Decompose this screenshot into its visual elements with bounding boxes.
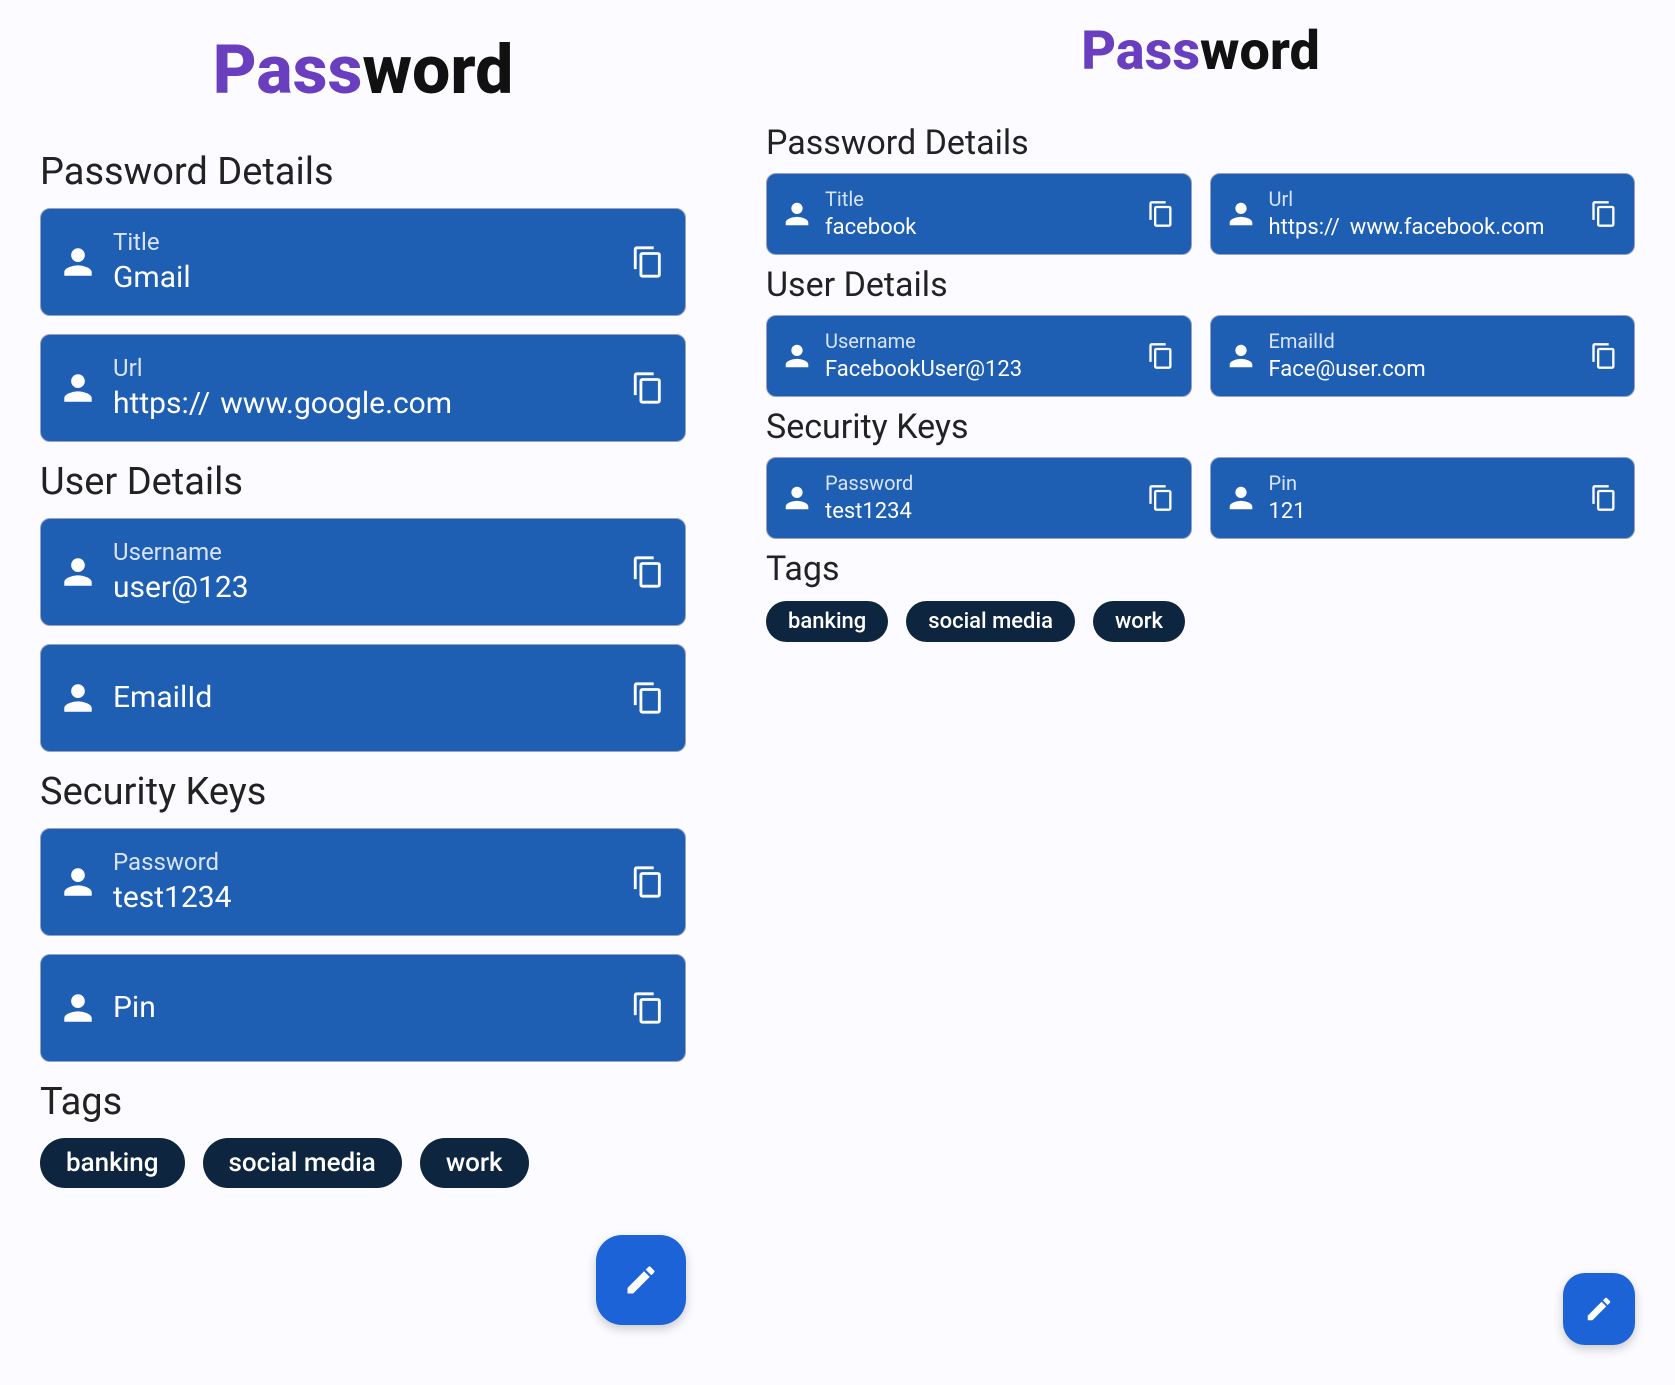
person-icon (61, 555, 95, 589)
screen-facebook: Password Password Details Title facebook… (726, 0, 1675, 1385)
field-value: Gmail (113, 260, 191, 296)
field-value: test1234 (825, 499, 912, 525)
tags-row: banking social media work (40, 1138, 686, 1188)
app-title-word: word (362, 30, 513, 110)
field-value: www.facebook.com (1350, 215, 1545, 241)
url-prefix: https:// (113, 386, 210, 422)
card-url: Url https:// www.facebook.com (1210, 173, 1636, 255)
card-title: Title Gmail (40, 208, 686, 316)
person-icon (783, 342, 811, 370)
field-value: FacebookUser@123 (825, 357, 1022, 383)
app-title-pass: Pass (213, 30, 363, 110)
section-security-keys: Security Keys (766, 407, 1635, 447)
tag-chip[interactable]: banking (40, 1138, 185, 1188)
copy-icon[interactable] (631, 991, 665, 1025)
section-password-details: Password Details (40, 150, 686, 194)
edit-fab[interactable] (596, 1235, 686, 1325)
section-security-keys: Security Keys (40, 770, 686, 814)
person-icon (1227, 484, 1255, 512)
field-value: Face@user.com (1269, 357, 1426, 383)
tag-chip[interactable]: work (420, 1138, 529, 1188)
copy-icon[interactable] (1147, 484, 1175, 512)
card-password: Password test1234 (766, 457, 1192, 539)
section-password-details: Password Details (766, 123, 1635, 163)
copy-icon[interactable] (631, 681, 665, 715)
pencil-icon (623, 1262, 659, 1298)
card-emailid: EmailId (40, 644, 686, 752)
tag-chip[interactable]: work (1093, 601, 1185, 642)
pencil-icon (1584, 1294, 1614, 1324)
field-value: www.google.com (220, 386, 452, 422)
person-icon (783, 200, 811, 228)
edit-fab[interactable] (1563, 1273, 1635, 1345)
section-user-details: User Details (40, 460, 686, 504)
field-label: Password (825, 471, 1133, 495)
card-title: Title facebook (766, 173, 1192, 255)
copy-icon[interactable] (631, 555, 665, 589)
app-title-word: word (1200, 20, 1320, 83)
person-icon (61, 371, 95, 405)
field-label: Username (113, 538, 613, 566)
field-label: Title (825, 187, 1133, 211)
field-value: test1234 (113, 880, 231, 916)
person-icon (1227, 200, 1255, 228)
field-label: Url (113, 354, 613, 382)
screen-gmail: Password Password Details Title Gmail Ur… (0, 0, 726, 1385)
copy-icon[interactable] (631, 371, 665, 405)
person-icon (61, 245, 95, 279)
person-icon (783, 484, 811, 512)
card-url: Url https:// www.google.com (40, 334, 686, 442)
tag-chip[interactable]: banking (766, 601, 888, 642)
section-tags: Tags (40, 1080, 686, 1124)
app-title: Password (766, 20, 1635, 83)
field-label: EmailId (1269, 329, 1577, 353)
tags-row: banking social media work (766, 601, 1635, 642)
section-user-details: User Details (766, 265, 1635, 305)
person-icon (61, 681, 95, 715)
card-username: Username user@123 (40, 518, 686, 626)
app-title-pass: Pass (1081, 20, 1200, 83)
person-icon (1227, 342, 1255, 370)
copy-icon[interactable] (631, 245, 665, 279)
person-icon (61, 991, 95, 1025)
field-label: Password (113, 848, 613, 876)
url-prefix: https:// (1269, 215, 1340, 241)
app-title: Password (40, 30, 686, 110)
field-label: Pin (113, 990, 156, 1026)
field-value: facebook (825, 215, 916, 241)
copy-icon[interactable] (1590, 342, 1618, 370)
field-label: EmailId (113, 680, 212, 716)
copy-icon[interactable] (1590, 484, 1618, 512)
card-emailid: EmailId Face@user.com (1210, 315, 1636, 397)
field-value: user@123 (113, 570, 249, 606)
field-label: Url (1269, 187, 1577, 211)
copy-icon[interactable] (631, 865, 665, 899)
copy-icon[interactable] (1147, 200, 1175, 228)
card-pin: Pin 121 (1210, 457, 1636, 539)
card-pin: Pin (40, 954, 686, 1062)
copy-icon[interactable] (1147, 342, 1175, 370)
card-username: Username FacebookUser@123 (766, 315, 1192, 397)
person-icon (61, 865, 95, 899)
tag-chip[interactable]: social media (203, 1138, 402, 1188)
section-tags: Tags (766, 549, 1635, 589)
tag-chip[interactable]: social media (906, 601, 1075, 642)
card-password: Password test1234 (40, 828, 686, 936)
field-label: Title (113, 228, 613, 256)
copy-icon[interactable] (1590, 200, 1618, 228)
field-label: Pin (1269, 471, 1577, 495)
field-value: 121 (1269, 499, 1306, 525)
field-label: Username (825, 329, 1133, 353)
